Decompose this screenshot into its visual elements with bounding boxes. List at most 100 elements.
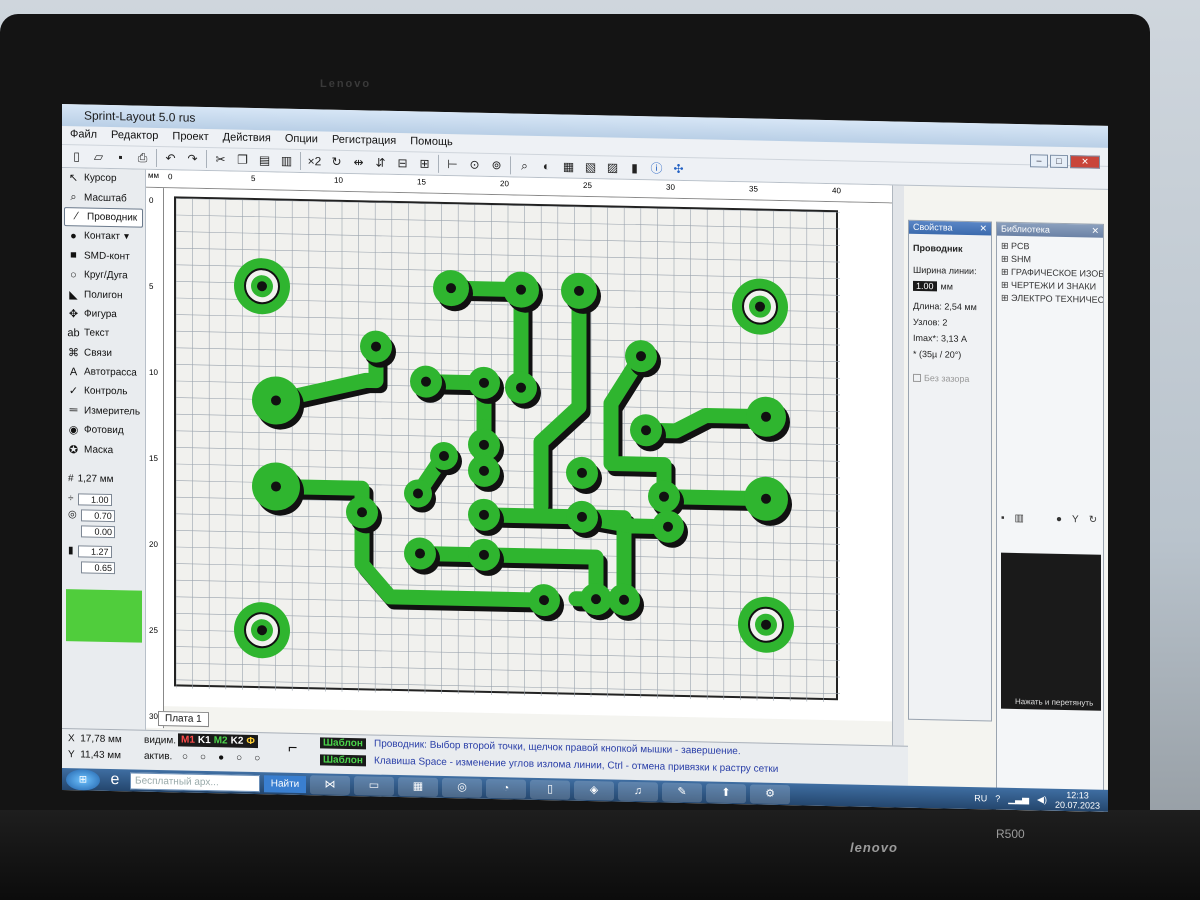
layer-color-swatch[interactable] <box>66 588 142 643</box>
sprint-layout-icon[interactable]: ⚙ <box>750 783 790 804</box>
snap-icon[interactable]: ⊢ <box>444 156 461 173</box>
search-input[interactable]: Бесплатный арх... <box>130 771 260 792</box>
edge-icon[interactable]: ◔ <box>486 778 526 799</box>
pcb-drawing[interactable] <box>176 198 840 702</box>
app-icon[interactable]: ◈ <box>574 780 614 801</box>
tool-photoview[interactable]: ◉ Фотовид <box>62 420 145 441</box>
layer-k1[interactable]: K1 <box>198 735 211 746</box>
branch-icon[interactable]: Y <box>1072 514 1079 525</box>
minimize-button[interactable]: ‒ <box>1030 154 1048 168</box>
cut-icon[interactable]: ✂ <box>212 151 229 168</box>
layer-radio[interactable]: ○ <box>236 753 242 764</box>
search-button[interactable]: Найти <box>264 774 306 793</box>
tool-circle[interactable]: ○ Круг/Дуга <box>62 265 145 286</box>
tool-zoom[interactable]: ⌕ Масштаб <box>62 187 145 208</box>
folder-icon[interactable]: ▭ <box>354 775 394 796</box>
clock[interactable]: 12:13 20.07.2023 <box>1055 790 1100 811</box>
tool-polygon[interactable]: ◣ Полигон <box>62 284 145 305</box>
mirror-v-icon[interactable]: ⇵ <box>372 154 389 171</box>
delete-icon[interactable]: ▥ <box>1015 513 1024 524</box>
archive-icon[interactable]: ▯ <box>530 779 570 800</box>
paste-icon[interactable]: ▤ <box>256 152 273 169</box>
board-tab[interactable]: Плата 1 <box>158 711 209 728</box>
tool-cursor[interactable]: ↖ Курсор <box>62 168 145 189</box>
undo-icon[interactable]: ↶ <box>162 150 179 167</box>
language-indicator[interactable]: RU <box>974 793 987 803</box>
tool-measure[interactable]: ═ Измеритель <box>62 401 145 422</box>
zoom-icon[interactable]: ⌕ <box>516 157 533 174</box>
save-icon[interactable]: ▪ <box>112 149 129 166</box>
close-button[interactable]: ✕ <box>1070 155 1100 169</box>
vs-icon[interactable]: ⋈ <box>310 774 350 795</box>
duplicate-button[interactable]: ×2 <box>306 153 323 170</box>
menu-item-edit[interactable]: Редактор <box>111 129 158 146</box>
track-mode-icon[interactable]: ⌐ <box>288 740 297 758</box>
pad-inner-field[interactable]: 0.00 <box>81 525 115 538</box>
layer-radio[interactable]: ○ <box>182 752 188 763</box>
music-icon[interactable]: ♫ <box>618 781 658 801</box>
align-icon[interactable]: ⊟ <box>394 154 411 171</box>
grid-setting[interactable]: #1,27 мм <box>62 471 145 489</box>
menu-item-actions[interactable]: Действия <box>223 131 271 148</box>
layer-radio[interactable]: ○ <box>200 752 206 763</box>
refresh-icon[interactable]: ↻ <box>1089 515 1097 526</box>
tool-autoroute[interactable]: A Автотрасса <box>62 362 145 383</box>
layout-canvas[interactable] <box>164 188 892 722</box>
dropdown-arrow-icon[interactable]: ▾ <box>124 232 129 243</box>
menu-item-registration[interactable]: Регистрация <box>332 134 396 151</box>
board-view2-icon[interactable]: ▨ <box>604 159 621 176</box>
template-toggle-2[interactable]: Шаблон <box>320 754 366 767</box>
new-file-icon[interactable]: ▯ <box>68 148 85 165</box>
tool-track[interactable]: ∕ Проводник <box>64 206 143 228</box>
delete-icon[interactable]: ▥ <box>278 152 295 169</box>
tool-check[interactable]: ✓ Контроль <box>62 381 145 402</box>
open-folder-icon[interactable]: ▱ <box>90 148 107 165</box>
lock-icon[interactable]: ⊙ <box>466 156 483 173</box>
pad-icon[interactable]: ● <box>1056 514 1062 525</box>
tool-smd[interactable]: ■ SMD-конт <box>62 246 145 267</box>
photoview-icon[interactable]: ▦ <box>560 158 577 175</box>
layer-radio[interactable]: ○ <box>254 753 260 764</box>
help-icon[interactable]: ? <box>995 794 1000 804</box>
info-icon[interactable]: ⓘ <box>648 160 665 177</box>
chrome-icon[interactable]: ◎ <box>442 777 482 798</box>
export-icon[interactable]: ▮ <box>626 159 643 176</box>
layer-f[interactable]: Ф <box>246 736 255 747</box>
library-item[interactable]: ⊞ ЭЛЕКТРО ТЕХНИЧЕСК <box>997 292 1103 307</box>
board-view-icon[interactable]: ▧ <box>582 158 599 175</box>
settings-icon[interactable]: ✣ <box>670 160 687 177</box>
menu-item-help[interactable]: Помощь <box>410 135 453 152</box>
layer-radio[interactable]: ● <box>218 752 224 763</box>
network-icon[interactable]: ▁▃▅ <box>1008 793 1029 804</box>
maximize-button[interactable]: □ <box>1050 154 1068 169</box>
menu-item-project[interactable]: Проект <box>172 130 208 147</box>
calculator-icon[interactable]: ▦ <box>398 776 438 797</box>
menu-item-file[interactable]: Файл <box>70 128 97 145</box>
pcb-board[interactable] <box>174 196 840 702</box>
mirror-h-icon[interactable]: ⇹ <box>350 154 367 171</box>
group-icon[interactable]: ⊞ <box>416 155 433 172</box>
tool-shape[interactable]: ✥ Фигура <box>62 304 145 325</box>
smd-x-field[interactable]: 1.27 <box>77 545 112 558</box>
vertical-scrollbar[interactable] <box>892 185 904 746</box>
rotate-icon[interactable]: ↻ <box>328 153 345 170</box>
tool-pad[interactable]: ● Контакт ▾ <box>62 226 145 247</box>
print-icon[interactable]: ⎙ <box>134 149 151 166</box>
layer-m1[interactable]: M1 <box>181 734 195 745</box>
track-width-field[interactable]: 1.00 <box>77 493 112 506</box>
volume-icon[interactable]: ◀) <box>1037 794 1047 805</box>
start-button[interactable]: ⊞ <box>66 768 100 791</box>
redo-icon[interactable]: ↷ <box>184 150 201 167</box>
browser-icon[interactable]: e <box>104 771 126 789</box>
tool-links[interactable]: ⌘ Связи <box>62 343 145 364</box>
menu-item-options[interactable]: Опции <box>285 133 318 150</box>
close-icon[interactable]: ✕ <box>1091 226 1099 237</box>
tool-mask[interactable]: ✪ Маска <box>62 439 145 460</box>
layer-k2[interactable]: K2 <box>231 736 244 747</box>
template-toggle-1[interactable]: Шаблон <box>320 737 366 750</box>
close-icon[interactable]: ✕ <box>979 223 987 234</box>
library-preview[interactable]: Нажать и перетянуть <box>1001 552 1101 711</box>
copy-icon[interactable]: ❐ <box>234 151 251 168</box>
no-clearance-checkbox[interactable] <box>913 373 921 382</box>
unlock-icon[interactable]: ⊚ <box>488 156 505 173</box>
